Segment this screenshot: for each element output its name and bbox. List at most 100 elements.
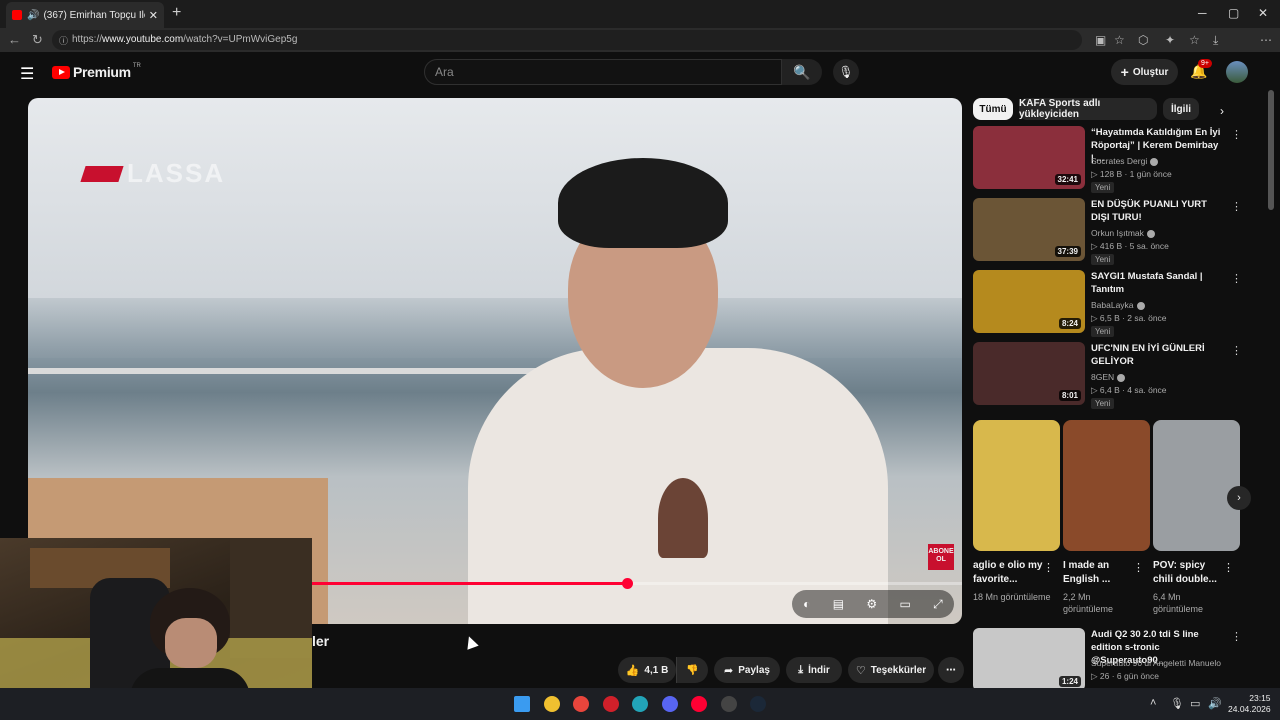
short-item[interactable]: aglio e olio my favorite... 18 Mn görüntü… — [973, 420, 1060, 603]
chevron-right-icon[interactable]: › — [1220, 104, 1224, 118]
file-explorer-icon[interactable] — [543, 696, 560, 712]
more-icon[interactable]: ⋯ — [1260, 33, 1272, 47]
video-meta: ▷ 26 · 6 gün önce — [1091, 671, 1159, 681]
share-button[interactable]: ➦ Paylaş — [714, 657, 780, 683]
video-title[interactable]: EN DÜŞÜK PUANLI YURT DIŞI TURU! — [1091, 198, 1223, 224]
video-thumbnail[interactable]: 32:41 — [973, 126, 1085, 189]
close-window-icon[interactable]: ✕ — [1258, 6, 1268, 20]
settings-gear-icon[interactable]: ⚙ — [866, 597, 877, 611]
voice-search-button[interactable]: 🎙 — [833, 59, 859, 85]
site-info-icon[interactable]: ⓘ — [59, 34, 68, 47]
minimize-icon[interactable]: ─ — [1198, 6, 1207, 20]
related-video-item[interactable]: 37:39 EN DÜŞÜK PUANLI YURT DIŞI TURU! Orku… — [973, 198, 1243, 265]
app-available-icon[interactable]: ▣ — [1095, 33, 1106, 47]
hamburger-menu-icon[interactable]: ☰ — [20, 64, 34, 84]
short-thumbnail[interactable] — [1153, 420, 1240, 551]
short-item[interactable]: I made an English ... 2,2 Mn görüntüleme ⋮ — [1063, 420, 1150, 615]
channel-name[interactable]: Socrates Dergi — [1091, 156, 1159, 166]
favorites-icon[interactable]: ☆ — [1189, 33, 1200, 47]
short-title[interactable]: I made an English ... — [1063, 559, 1133, 587]
opera-icon[interactable] — [602, 696, 619, 712]
dislike-button[interactable]: 👎 — [676, 657, 708, 683]
more-actions-button[interactable]: ⋯ — [938, 657, 964, 683]
download-arrow-icon: ⤓ — [798, 663, 804, 676]
system-clock[interactable]: 23:15 24.04.2026 — [1228, 693, 1271, 715]
channel-name[interactable]: Orkun Işıtmak — [1091, 228, 1155, 238]
close-tab-icon[interactable]: ✕ — [149, 9, 158, 22]
steam-icon[interactable] — [750, 696, 766, 712]
browser-tab-bar: 🔊 (367) Emirhan Topçu İle 1 Gün ✕ + ─ ▢ … — [0, 0, 1280, 28]
miniplayer-icon[interactable]: ▭ — [900, 597, 911, 611]
video-title[interactable]: UFC'NIN EN İYİ GÜNLERİ GELİYOR — [1091, 342, 1223, 368]
chip-all[interactable]: Tümü — [973, 98, 1013, 120]
chrome-icon[interactable] — [573, 696, 589, 712]
page-scrollbar[interactable] — [1268, 60, 1274, 680]
more-options-icon[interactable]: ⋮ — [1231, 272, 1242, 285]
reload-icon[interactable]: ↻ — [32, 32, 43, 48]
like-button[interactable]: 👍 4,1 B — [618, 657, 676, 683]
youtube-logo[interactable]: Premium TR — [52, 63, 141, 80]
more-options-icon[interactable]: ⋮ — [1231, 630, 1242, 643]
search-button[interactable]: 🔍 — [782, 59, 822, 85]
more-options-icon[interactable]: ⋮ — [1231, 344, 1242, 357]
more-options-icon[interactable]: ⋮ — [1231, 200, 1242, 213]
microphone-tray-icon[interactable]: 🎙 — [1170, 697, 1184, 710]
subscribe-watermark[interactable]: ABONE OL — [928, 544, 954, 570]
chip-uploader[interactable]: KAFA Sports adlı yükleyiciden — [1019, 98, 1157, 120]
account-avatar[interactable] — [1226, 61, 1248, 83]
create-button[interactable]: + Oluştur — [1111, 59, 1178, 85]
search-input[interactable]: Ara — [424, 59, 782, 85]
browser-tab[interactable]: 🔊 (367) Emirhan Topçu İle 1 Gün ✕ — [6, 2, 164, 28]
extensions-icon[interactable]: ⬡ — [1138, 33, 1148, 47]
channel-name[interactable]: Superauto 90 di Angeletti Manuelo — [1091, 658, 1221, 668]
copilot-icon[interactable]: ✦ — [1165, 33, 1175, 47]
video-title[interactable]: SAYGI1 Mustafa Sandal | Tanıtım — [1091, 270, 1223, 296]
related-video-item[interactable]: 1:24 Audi Q2 30 2.0 tdi S line edition s… — [973, 628, 1243, 688]
discord-icon[interactable] — [661, 696, 678, 712]
subtitles-icon[interactable]: ▤ — [833, 597, 844, 611]
video-thumbnail[interactable]: 8:01 — [973, 342, 1085, 405]
channel-name[interactable]: 8GEN — [1091, 372, 1126, 382]
short-title[interactable]: POV: spicy chili double... — [1153, 559, 1223, 587]
windows-start-icon[interactable] — [514, 696, 530, 712]
new-tab-icon[interactable]: + — [172, 4, 181, 22]
speaker-icon[interactable]: 🔊 — [27, 10, 39, 21]
short-thumbnail[interactable] — [1063, 420, 1150, 551]
video-thumbnail[interactable]: 8:24 — [973, 270, 1085, 333]
more-options-icon[interactable]: ⋮ — [1133, 561, 1144, 574]
shorts-next-button[interactable]: › — [1227, 486, 1251, 510]
youtube-music-icon[interactable] — [691, 696, 707, 712]
autoplay-toggle-icon[interactable]: ◐ — [803, 597, 810, 611]
chevron-right-icon: › — [1237, 492, 1241, 504]
more-options-icon[interactable]: ⋮ — [1043, 561, 1054, 574]
related-video-item[interactable]: 8:24 SAYGI1 Mustafa Sandal | Tanıtım BabaL… — [973, 270, 1243, 337]
maximize-icon[interactable]: ▢ — [1228, 6, 1239, 20]
video-thumbnail[interactable]: 37:39 — [973, 198, 1085, 261]
notifications-button[interactable]: 🔔 9+ — [1190, 59, 1212, 80]
related-video-item[interactable]: 8:01 UFC'NIN EN İYİ GÜNLERİ GELİYOR 8GEN ▷ … — [973, 342, 1243, 409]
short-title[interactable]: aglio e olio my favorite... — [973, 559, 1043, 587]
download-icon[interactable]: ⤓ — [1213, 33, 1218, 48]
video-meta: ▷ 128 B · 1 gün önce — [1091, 169, 1172, 179]
favorite-star-icon[interactable]: ☆ — [1114, 33, 1125, 47]
more-options-icon[interactable]: ⋮ — [1223, 561, 1234, 574]
channel-name[interactable]: BabaLayka — [1091, 300, 1145, 310]
related-video-item[interactable]: 32:41 “Hayatımda Katıldığım En İyi Röport… — [973, 126, 1243, 193]
download-button[interactable]: ⤓ İndir — [786, 657, 842, 683]
network-icon[interactable]: ▭ — [1190, 697, 1200, 710]
tray-chevron-icon[interactable]: ˄ — [1150, 697, 1156, 709]
obs-icon[interactable] — [720, 696, 737, 712]
short-item[interactable]: POV: spicy chili double... 6,4 Mn görüntü… — [1153, 420, 1240, 615]
scrubber-handle[interactable] — [621, 578, 633, 589]
chip-related[interactable]: İlgili — [1163, 98, 1199, 120]
back-icon[interactable]: ← — [8, 32, 21, 47]
volume-icon[interactable]: 🔊 — [1208, 697, 1222, 710]
more-options-icon[interactable]: ⋮ — [1231, 128, 1242, 141]
url-field[interactable]: ⓘ https://www.youtube.com/watch?v=UPmWvi… — [52, 30, 1082, 50]
fullscreen-icon[interactable]: ⤢ — [933, 597, 943, 612]
edge-icon[interactable] — [632, 696, 648, 712]
thanks-button[interactable]: ♡ Teşekkürler — [848, 657, 934, 683]
short-thumbnail[interactable] — [973, 420, 1060, 551]
video-thumbnail[interactable]: 1:24 — [973, 628, 1085, 688]
address-bar-row: ← ↻ ⓘ https://www.youtube.com/watch?v=UP… — [0, 28, 1280, 76]
